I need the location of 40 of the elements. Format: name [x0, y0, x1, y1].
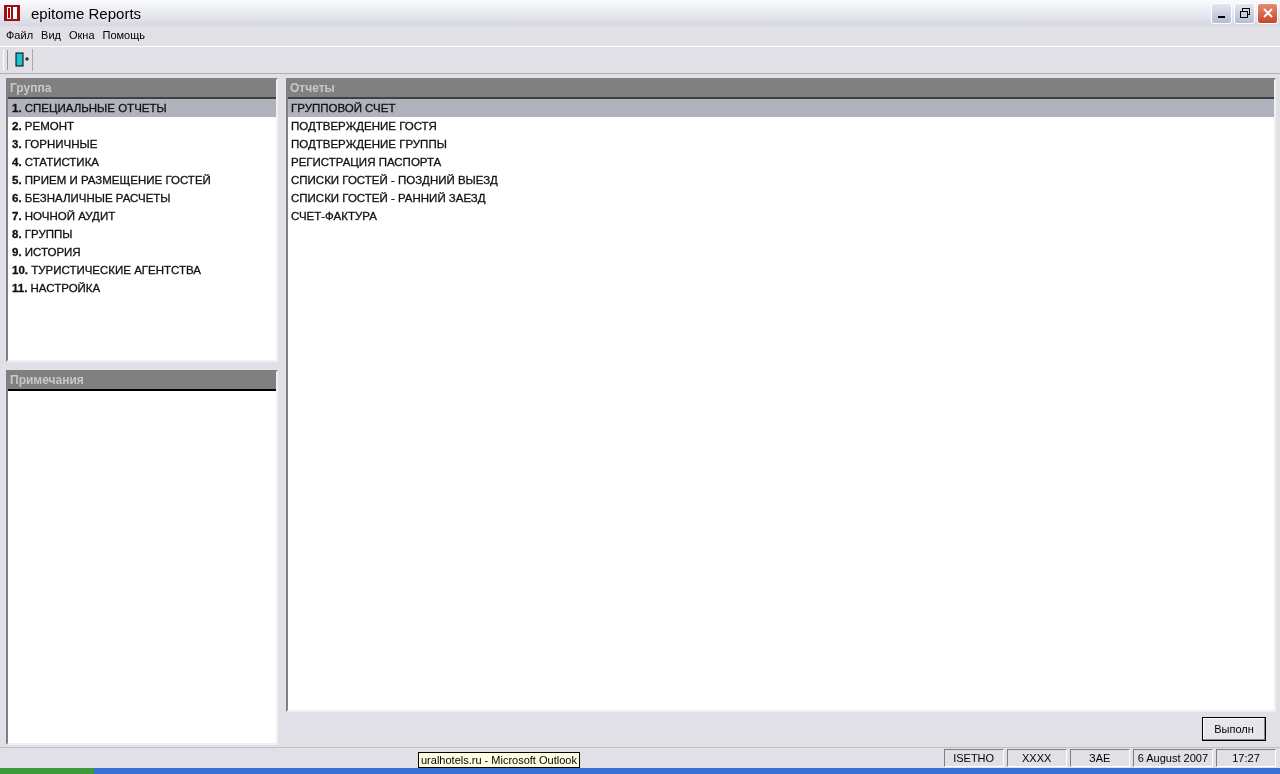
group-list-item[interactable]: 4. СТАТИСТИКА — [8, 153, 276, 171]
group-list-item[interactable]: 2. РЕМОНТ — [8, 117, 276, 135]
report-list-item[interactable]: ГРУППОВОЙ СЧЕТ — [288, 99, 1274, 117]
status-cell: 6 August 2007 — [1132, 749, 1213, 767]
status-cell: 17:27 — [1216, 749, 1276, 767]
menu-item[interactable]: Помощь — [98, 29, 149, 41]
tooltip: uralhotels.ru - Microsoft Outlook — [418, 752, 580, 768]
group-list-item[interactable]: 7. НОЧНОЙ АУДИТ — [8, 207, 276, 225]
report-list-item[interactable]: РЕГИСТРАЦИЯ ПАСПОРТА — [288, 153, 1274, 171]
status-cell: XXXX — [1006, 749, 1067, 767]
group-list-item[interactable]: 3. ГОРНИЧНЫЕ — [8, 135, 276, 153]
group-list-item[interactable]: 11. НАСТРОЙКА — [8, 279, 276, 297]
status-cell: ЗАЕ — [1069, 749, 1130, 767]
group-list-item[interactable]: 9. ИСТОРИЯ — [8, 243, 276, 261]
close-icon — [1261, 7, 1274, 19]
run-button[interactable]: Выполн — [1202, 716, 1266, 741]
close-button[interactable] — [1257, 2, 1278, 24]
minimize-icon — [1218, 16, 1225, 18]
panel-header: Отчеты — [288, 80, 1274, 99]
app-logo-icon — [3, 4, 21, 22]
report-list-item[interactable]: СПИСКИ ГОСТЕЙ - РАННИЙ ЗАЕЗД — [288, 189, 1274, 207]
panel-header: Примечания — [8, 372, 276, 391]
panel-header: Группа — [8, 80, 276, 99]
group-list-item[interactable]: 5. ПРИЕМ И РАЗМЕЩЕНИЕ ГОСТЕЙ — [8, 171, 276, 189]
window-title: epitome Reports — [31, 4, 142, 22]
group-list-item[interactable]: 10. ТУРИСТИЧЕСКИЕ АГЕНТСТВА — [8, 261, 276, 279]
menu-item[interactable]: Окна — [64, 29, 99, 41]
status-cell: ISETHO — [943, 749, 1004, 767]
group-list-item[interactable]: 1. СПЕЦИАЛЬНЫЕ ОТЧЕТЫ — [8, 99, 276, 117]
restore-button[interactable] — [1234, 2, 1255, 24]
report-list-item[interactable]: СЧЕТ-ФАКТУРА — [288, 207, 1274, 225]
report-list-item[interactable]: ПОДТВЕРЖДЕНИЕ ГОСТЯ — [288, 117, 1274, 135]
report-list-item[interactable]: ПОДТВЕРЖДЕНИЕ ГРУППЫ — [288, 135, 1274, 153]
report-list-item[interactable]: СПИСКИ ГОСТЕЙ - ПОЗДНИЙ ВЫЕЗД — [288, 171, 1274, 189]
minimize-button[interactable] — [1211, 2, 1232, 24]
menu-item[interactable]: Вид — [37, 29, 65, 41]
restore-icon — [1238, 7, 1251, 19]
group-list-item[interactable]: 8. ГРУППЫ — [8, 225, 276, 243]
menu-item[interactable]: Файл — [2, 29, 38, 41]
group-list-item[interactable]: 6. БЕЗНАЛИЧНЫЕ РАСЧЕТЫ — [8, 189, 276, 207]
